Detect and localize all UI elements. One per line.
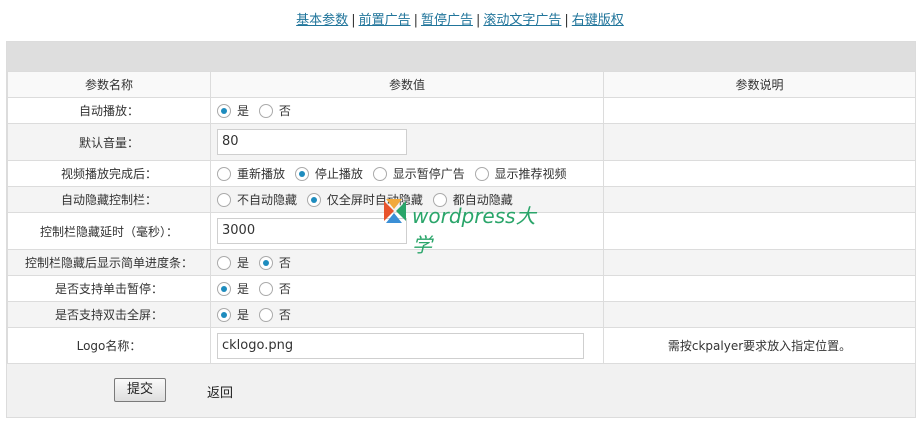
row-label: 是否支持单击暂停： — [7, 275, 211, 302]
table-header-row: 参数名称 参数值 参数说明 — [7, 71, 916, 98]
row-after-play: 视频播放完成后： 重新播放 停止播放 显示暂停广告 显示推荐视频 — [7, 160, 916, 187]
nav-right-click-copyright[interactable]: 右键版权 — [572, 13, 624, 28]
option-label: 是 — [237, 256, 250, 270]
radio-dblclick-yes[interactable] — [217, 307, 231, 322]
top-navigation: 基本参数 | 前置广告 | 暂停广告 | 滚动文字广告 | 右键版权 — [0, 0, 920, 34]
option-label: 否 — [278, 104, 291, 118]
volume-input[interactable]: 80 — [217, 129, 407, 155]
nav-separator: | — [413, 13, 418, 28]
row-desc — [603, 301, 916, 328]
radio-dblclick-no[interactable] — [258, 307, 273, 322]
radio-click-pause-yes[interactable] — [217, 281, 231, 296]
row-dblclick-fullscreen: 是否支持双击全屏： 是 否 — [7, 301, 916, 328]
row-value: 是 否 — [210, 301, 604, 328]
nav-separator: | — [476, 13, 481, 28]
row-label: 控制栏隐藏后显示简单进度条： — [7, 249, 211, 276]
radio-no-autohide[interactable] — [217, 192, 231, 207]
row-value: 是 否 — [210, 97, 604, 124]
row-desc — [603, 186, 916, 213]
nav-preroll-ad[interactable]: 前置广告 — [359, 13, 411, 28]
row-click-pause: 是否支持单击暂停： 是 否 — [7, 275, 916, 302]
hide-delay-input[interactable]: 3000 — [217, 218, 407, 244]
radio-show-recommend[interactable] — [474, 166, 489, 181]
nav-pause-ad[interactable]: 暂停广告 — [421, 13, 473, 28]
radio-show-pause-ad[interactable] — [372, 166, 387, 181]
option-label: 否 — [278, 282, 291, 296]
option-label: 不自动隐藏 — [237, 193, 298, 207]
header-param-value: 参数值 — [210, 71, 604, 98]
back-link[interactable]: 返回 — [207, 382, 233, 401]
radio-replay[interactable] — [217, 166, 231, 181]
row-label: 控制栏隐藏延时（毫秒）： — [7, 212, 211, 250]
row-volume: 默认音量： 80 — [7, 123, 916, 161]
row-desc — [603, 249, 916, 276]
logo-name-input[interactable]: cklogo.png — [217, 332, 584, 359]
row-autoplay: 自动播放： 是 否 — [7, 97, 916, 124]
nav-basic-params[interactable]: 基本参数 — [296, 13, 348, 28]
option-label: 显示推荐视频 — [494, 167, 567, 181]
option-label: 显示暂停广告 — [392, 167, 465, 181]
row-value: 是 否 — [210, 275, 604, 302]
row-value: 是 否 — [210, 249, 604, 276]
nav-separator: | — [351, 13, 356, 28]
option-label: 重新播放 — [237, 167, 286, 181]
row-desc — [603, 275, 916, 302]
row-label: 默认音量： — [7, 123, 211, 161]
radio-autoplay-no[interactable] — [258, 103, 273, 118]
row-label: 自动隐藏控制栏： — [7, 186, 211, 213]
row-desc — [603, 160, 916, 187]
watermark-text: wordpress大学 — [412, 204, 536, 257]
row-logo: Logo名称： cklogo.png 需按ckpalyer要求放入指定位置。 — [7, 327, 916, 364]
panel-header — [7, 42, 915, 71]
row-label: Logo名称： — [7, 327, 211, 364]
option-label: 停止播放 — [314, 167, 363, 181]
row-desc — [603, 97, 916, 124]
header-param-name: 参数名称 — [7, 71, 211, 98]
row-value: 80 — [210, 123, 604, 161]
radio-click-pause-no[interactable] — [258, 281, 273, 296]
row-value: cklogo.png — [210, 327, 604, 364]
submit-button[interactable]: 提交 — [114, 378, 166, 402]
row-label: 是否支持双击全屏： — [7, 301, 211, 328]
logo-description: 需按ckpalyer要求放入指定位置。 — [603, 327, 916, 364]
radio-progress-yes[interactable] — [217, 255, 231, 270]
option-label: 否 — [278, 308, 291, 322]
row-desc — [603, 212, 916, 250]
header-param-desc: 参数说明 — [603, 71, 916, 98]
row-desc — [603, 123, 916, 161]
option-label: 是 — [237, 104, 250, 118]
radio-fullscreen-autohide[interactable] — [306, 192, 321, 207]
nav-scroll-text-ad[interactable]: 滚动文字广告 — [483, 13, 561, 28]
option-label: 是 — [237, 282, 250, 296]
row-label: 视频播放完成后： — [7, 160, 211, 187]
row-value: 重新播放 停止播放 显示暂停广告 显示推荐视频 — [210, 160, 604, 187]
option-label: 否 — [278, 256, 291, 270]
nav-separator: | — [564, 13, 569, 28]
radio-stop[interactable] — [294, 166, 309, 181]
watermark-logo: wordpress大学 — [384, 197, 544, 257]
option-label: 是 — [237, 308, 250, 322]
row-label: 自动播放： — [7, 97, 211, 124]
radio-autoplay-yes[interactable] — [217, 103, 231, 118]
radio-progress-no[interactable] — [258, 255, 273, 270]
form-footer: 提交 返回 — [7, 364, 915, 420]
